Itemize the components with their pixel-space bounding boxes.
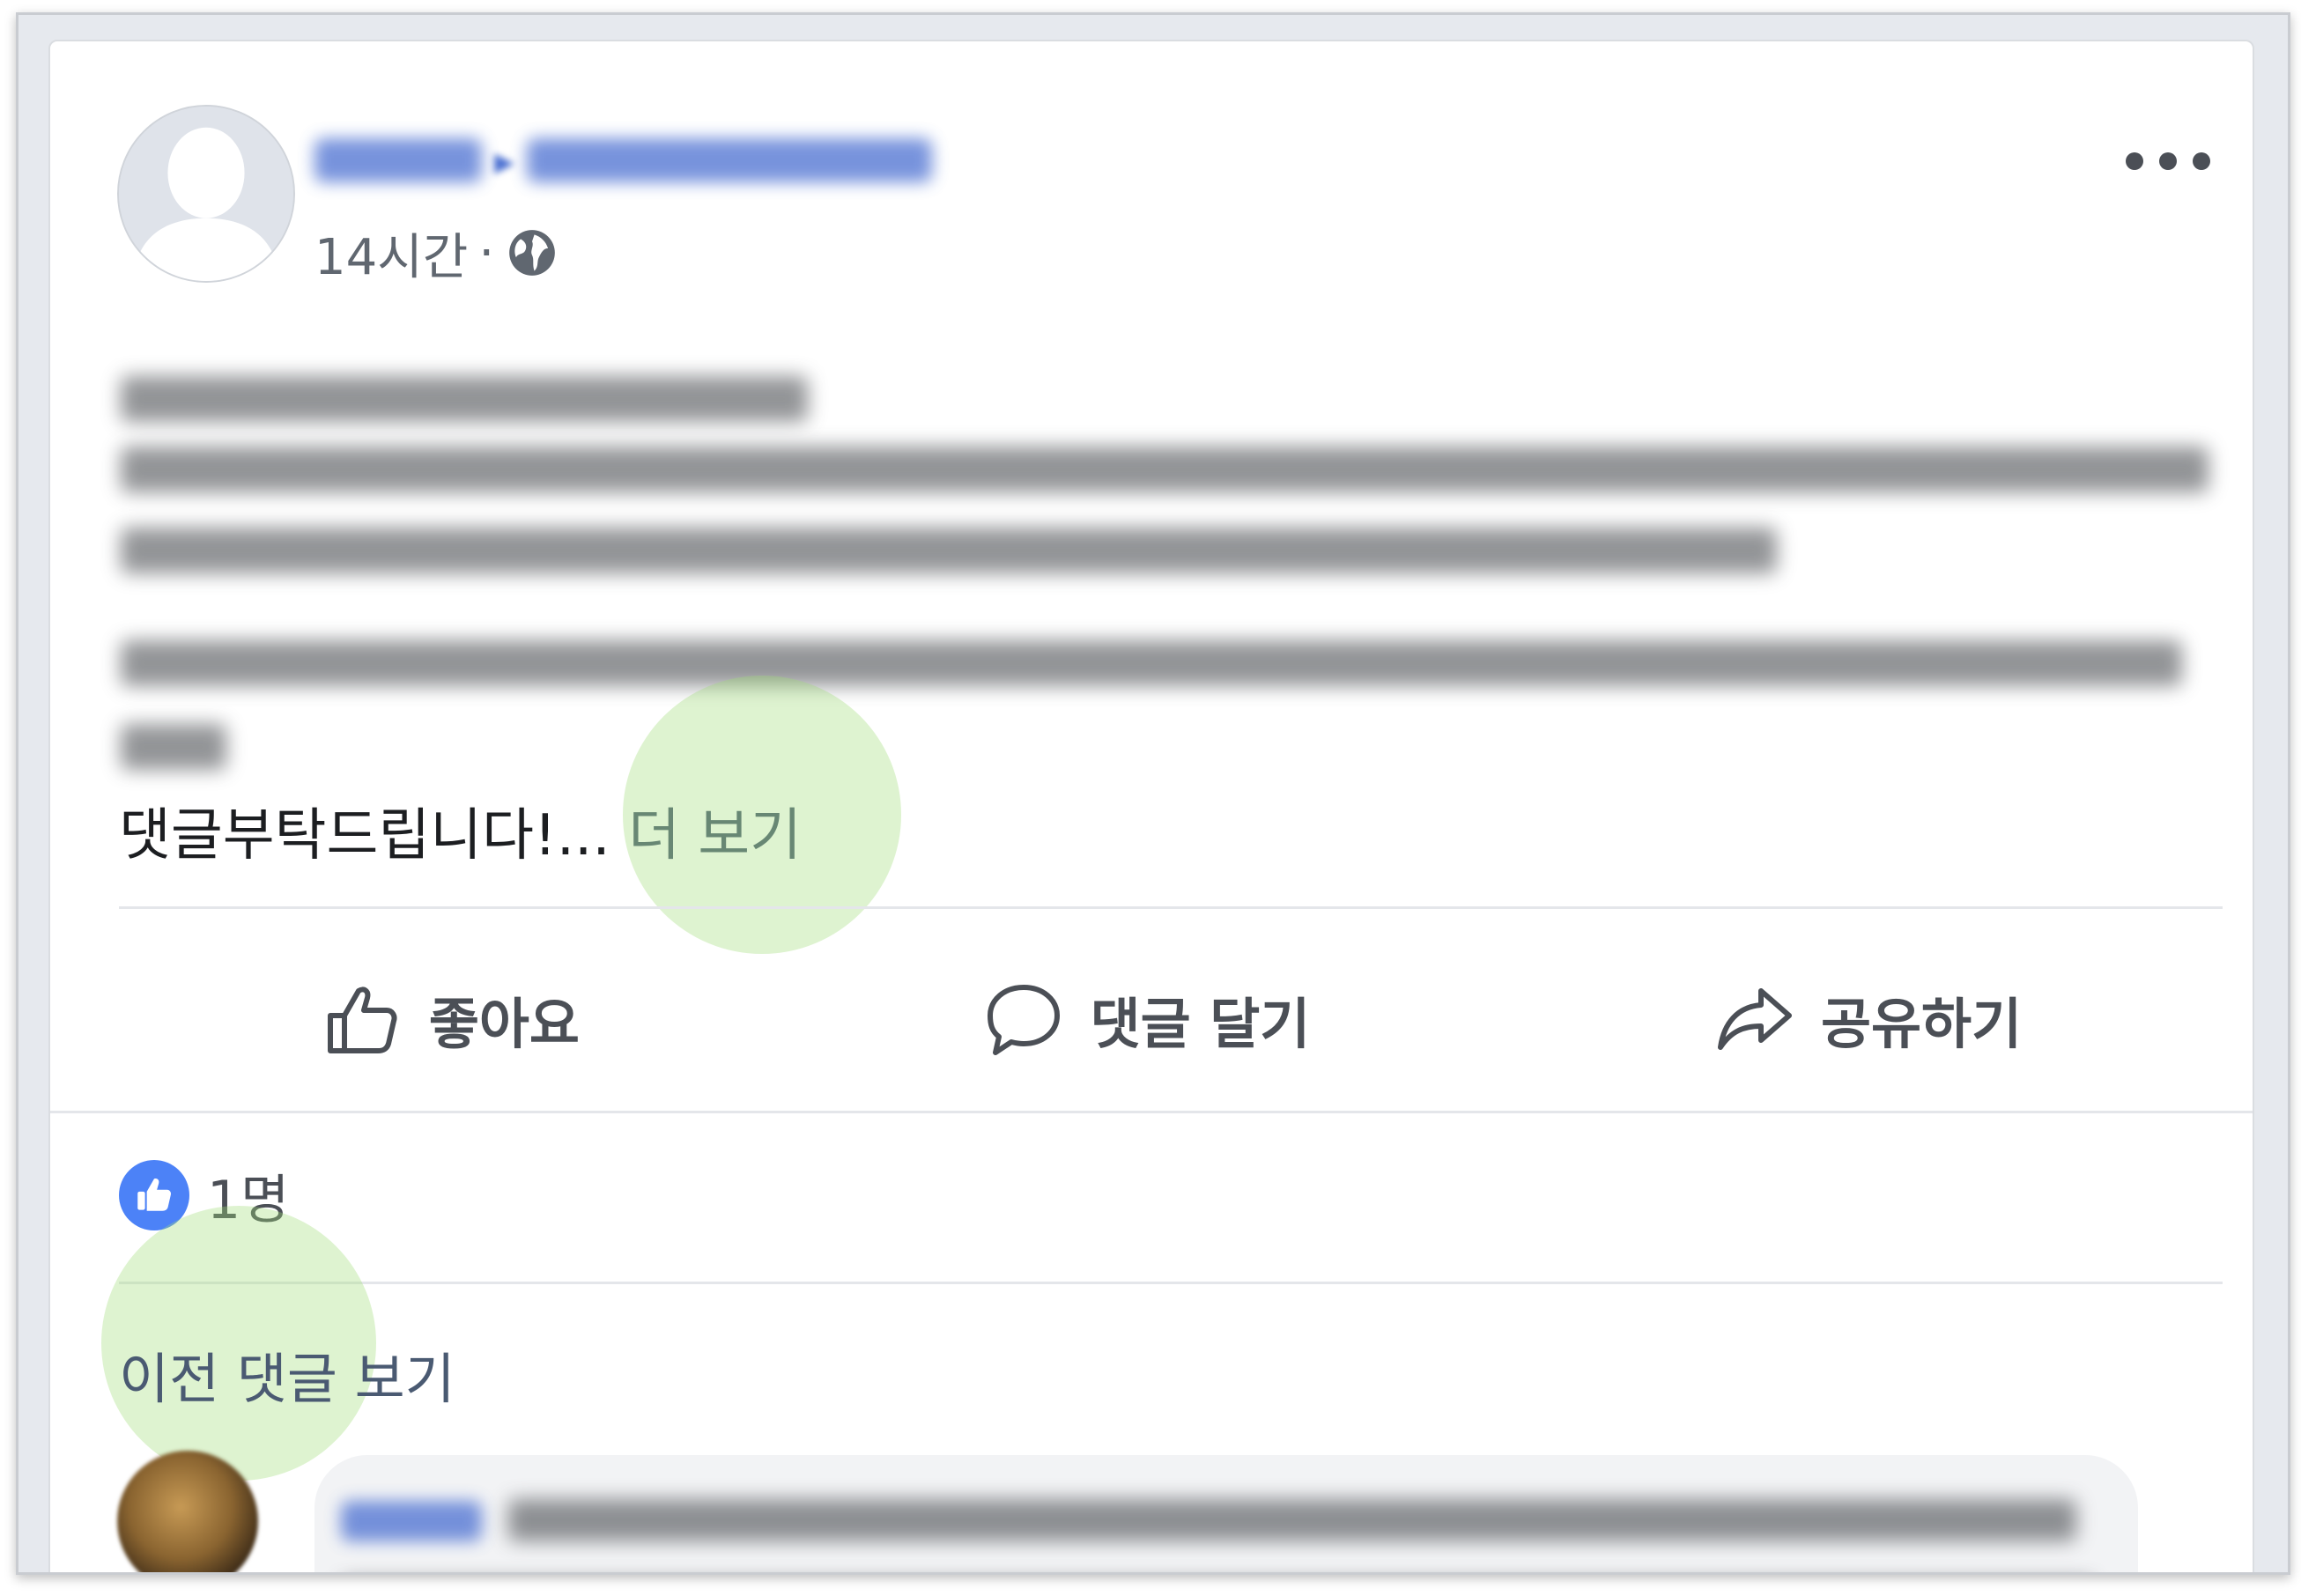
- post-truncated-text: 댓글부탁드립니다!...: [119, 803, 610, 868]
- globe-icon: [505, 225, 559, 280]
- arrow-right-icon: ▸: [494, 137, 515, 184]
- group-name-blurred[interactable]: [527, 138, 933, 182]
- comment-bubble-icon: [987, 985, 1060, 1055]
- divider-reactions: [119, 1282, 2223, 1284]
- highlight-see-more: [623, 676, 901, 954]
- commenter-name-blurred[interactable]: [341, 1501, 482, 1541]
- author-name-blurred[interactable]: [314, 138, 482, 182]
- share-label: 공유하기: [1820, 992, 2023, 1056]
- more-options-icon[interactable]: [2126, 137, 2210, 186]
- thumbs-up-icon: [327, 986, 397, 1053]
- comment-bubble: [314, 1455, 2138, 1572]
- share-button[interactable]: 공유하기: [1712, 977, 2022, 1061]
- view-previous-comments-link[interactable]: 이전 댓글 보기: [119, 1334, 455, 1414]
- meta-separator: ·: [478, 224, 495, 282]
- author-line-blurred[interactable]: ▸: [314, 129, 933, 191]
- divider-top: [119, 906, 2223, 909]
- share-arrow-icon: [1717, 988, 1792, 1050]
- comment-label: 댓글 달기: [1090, 992, 1311, 1056]
- author-avatar[interactable]: [117, 105, 295, 283]
- post-time[interactable]: 14시간: [314, 218, 468, 289]
- like-label: 좋아요: [428, 992, 580, 1056]
- divider-actions: [50, 1111, 2253, 1113]
- like-button[interactable]: 좋아요: [320, 977, 580, 1061]
- post-card: ▸ 14시간 · 댓글부탁드립니다!... 더 보기 좋아요 댓글 달기 공유하…: [48, 40, 2254, 1572]
- post-meta: 14시간 ·: [314, 222, 559, 286]
- action-bar: 좋아요 댓글 달기 공유하기: [119, 931, 2223, 1107]
- comment-button[interactable]: 댓글 달기: [981, 977, 1311, 1061]
- screenshot-frame: ▸ 14시간 · 댓글부탁드립니다!... 더 보기 좋아요 댓글 달기 공유하…: [16, 12, 2290, 1575]
